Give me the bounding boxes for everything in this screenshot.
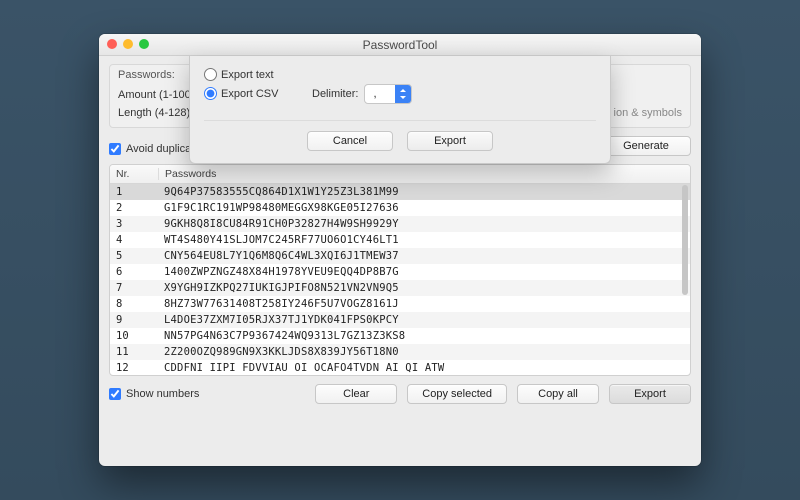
delimiter-select[interactable]: , [364,84,412,104]
export-text-option[interactable]: Export text [204,68,596,81]
symbols-fragment: ion & symbols [614,107,682,119]
export-csv-label: Export CSV [221,88,278,100]
table-row[interactable]: 12CDDFNI IIPI FDVVIAU OI OCAFO4TVDN AI Q… [110,360,690,376]
cell-nr: 11 [110,346,158,358]
cell-nr: 8 [110,298,158,310]
avoid-duplicates-input[interactable] [109,143,121,155]
table-row[interactable]: 9L4DOE37ZXM7I05RJX37TJ1YDK041FPS0KPCY [110,312,690,328]
cell-password: 8HZ73W77631408T258IY246F5U7VOGZ8161J [158,298,690,310]
table-row[interactable]: 2G1F9C1RC191WP98480MEGGX98KGE05I27636 [110,200,690,216]
clear-button[interactable]: Clear [315,384,397,404]
export-csv-radio[interactable] [204,87,217,100]
table-row[interactable]: 7X9YGH9IZKPQ27IUKIGJPIFO8N521VN2VN9Q5 [110,280,690,296]
cell-nr: 12 [110,362,158,374]
sheet-export-button[interactable]: Export [407,131,493,151]
sheet-actions: Cancel Export [204,120,596,151]
cell-password: 9GKH8Q8I8CU84R91CH0P32827H4W9SH9929Y [158,218,690,230]
cell-nr: 1 [110,186,158,198]
cell-nr: 2 [110,202,158,214]
footer-bar: Show numbers Clear Copy selected Copy al… [109,384,691,404]
table-row[interactable]: 5CNY564EU8L7Y1Q6M8Q6C4WL3XQI6J1TMEW37 [110,248,690,264]
cell-password: 1400ZWPZNGZ48X84H1978YVEU9EQQ4DP8B7G [158,266,690,278]
table-row[interactable]: 4WT4S480Y41SLJOM7C245RF77UO6O1CY46LT1 [110,232,690,248]
cell-password: 2Z200OZQ989GN9X3KKLJDS8X839JY56T18N0 [158,346,690,358]
cell-password: NN57PG4N63C7P9367424WQ9313L7GZ13Z3KS8 [158,330,690,342]
window-title: PasswordTool [99,38,701,52]
cell-password: X9YGH9IZKPQ27IUKIGJPIFO8N521VN2VN9Q5 [158,282,690,294]
export-sheet: Export text Export CSV Delimiter: , Canc… [189,56,611,164]
table-row[interactable]: 19Q64P37583555CQ864D1X1W1Y25Z3L381M99 [110,184,690,200]
show-numbers-input[interactable] [109,388,121,400]
cell-nr: 4 [110,234,158,246]
cell-nr: 5 [110,250,158,262]
show-numbers-label: Show numbers [126,388,199,400]
export-text-label: Export text [221,69,274,81]
delimiter-value: , [365,88,395,100]
delimiter-label: Delimiter: [312,88,358,100]
cell-password: CDDFNI IIPI FDVVIAU OI OCAFO4TVDN AI QI … [158,362,690,374]
cell-password: G1F9C1RC191WP98480MEGGX98KGE05I27636 [158,202,690,214]
chevron-updown-icon [395,85,411,103]
passwords-table: Nr. Passwords 19Q64P37583555CQ864D1X1W1Y… [109,164,691,376]
cell-password: CNY564EU8L7Y1Q6M8Q6C4WL3XQI6J1TMEW37 [158,250,690,262]
table-row[interactable]: 39GKH8Q8I8CU84R91CH0P32827H4W9SH9929Y [110,216,690,232]
cell-nr: 7 [110,282,158,294]
cell-nr: 6 [110,266,158,278]
table-row[interactable]: 112Z200OZQ989GN9X3KKLJDS8X839JY56T18N0 [110,344,690,360]
table-body[interactable]: 19Q64P37583555CQ864D1X1W1Y25Z3L381M992G1… [110,184,690,376]
cell-nr: 10 [110,330,158,342]
table-row[interactable]: 88HZ73W77631408T258IY246F5U7VOGZ8161J [110,296,690,312]
cell-nr: 3 [110,218,158,230]
cell-password: 9Q64P37583555CQ864D1X1W1Y25Z3L381M99 [158,186,690,198]
scrollbar-thumb[interactable] [682,185,688,295]
col-passwords[interactable]: Passwords [159,168,690,180]
cell-password: WT4S480Y41SLJOM7C245RF77UO6O1CY46LT1 [158,234,690,246]
table-row[interactable]: 61400ZWPZNGZ48X84H1978YVEU9EQQ4DP8B7G [110,264,690,280]
show-numbers-checkbox[interactable]: Show numbers [109,388,199,400]
export-text-radio[interactable] [204,68,217,81]
close-icon[interactable] [107,39,117,49]
copy-selected-button[interactable]: Copy selected [407,384,507,404]
titlebar[interactable]: PasswordTool [99,34,701,56]
copy-all-button[interactable]: Copy all [517,384,599,404]
app-window: PasswordTool Passwords: Amount (1-1000 L… [99,34,701,466]
export-button[interactable]: Export [609,384,691,404]
window-controls [107,39,149,49]
zoom-icon[interactable] [139,39,149,49]
minimize-icon[interactable] [123,39,133,49]
cell-nr: 9 [110,314,158,326]
cancel-button[interactable]: Cancel [307,131,393,151]
table-header: Nr. Passwords [110,165,690,184]
cell-password: L4DOE37ZXM7I05RJX37TJ1YDK041FPS0KPCY [158,314,690,326]
generate-button[interactable]: Generate [601,136,691,156]
delimiter-row: Delimiter: , [312,84,596,104]
col-nr[interactable]: Nr. [110,168,159,180]
table-row[interactable]: 10NN57PG4N63C7P9367424WQ9313L7GZ13Z3KS8 [110,328,690,344]
